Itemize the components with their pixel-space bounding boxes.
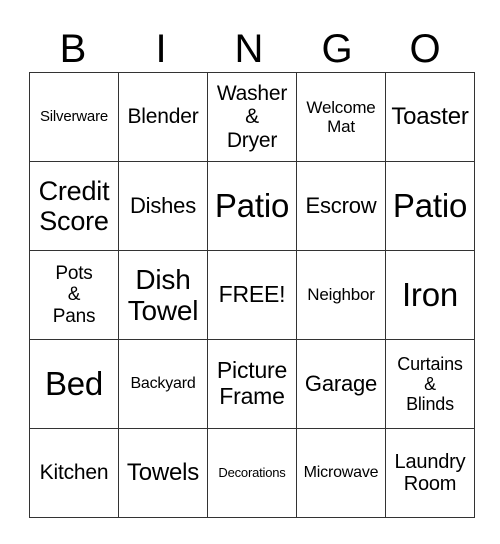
bingo-cell[interactable]: Laundry Room	[385, 428, 475, 518]
bingo-cell[interactable]: Dishes	[118, 161, 208, 251]
bingo-cell[interactable]: Patio	[207, 161, 297, 251]
bingo-cell[interactable]: Patio	[385, 161, 475, 251]
grid-row: Kitchen Towels Decorations Microwave Laundry…	[29, 428, 475, 518]
bingo-cell[interactable]: Bed	[29, 339, 119, 429]
bingo-cell[interactable]: Microwave	[296, 428, 386, 518]
bingo-cell[interactable]: Dish Towel	[118, 250, 208, 340]
bingo-cell[interactable]: Silverware	[29, 72, 119, 162]
bingo-cell[interactable]: Blender	[118, 72, 208, 162]
grid-row: Bed Backyard Picture Frame Garage Curtains &…	[29, 339, 475, 429]
bingo-cell[interactable]: Kitchen	[29, 428, 119, 518]
grid-row: Credit Score Dishes Patio Escrow Patio	[29, 161, 475, 251]
bingo-cell[interactable]: Iron	[385, 250, 475, 340]
grid-row: Pots & Pans Dish Towel FREE! Neighbor Iron	[29, 250, 475, 340]
bingo-cell[interactable]: Picture Frame	[207, 339, 297, 429]
bingo-cell[interactable]: Towels	[118, 428, 208, 518]
bingo-cell[interactable]: Welcome Mat	[296, 72, 386, 162]
bingo-cell[interactable]: Toaster	[385, 72, 475, 162]
bingo-cell[interactable]: Washer & Dryer	[207, 72, 297, 162]
header-letter-i: I	[155, 27, 167, 71]
bingo-cell[interactable]: Backyard	[118, 339, 208, 429]
header-letter-g: G	[321, 27, 353, 71]
header-letter-n: N	[234, 27, 264, 71]
grid-row: Silverware Blender Washer & Dryer Welcome M…	[29, 72, 475, 162]
bingo-header: B I N G O	[29, 26, 469, 72]
header-letter-b: B	[59, 27, 87, 71]
bingo-grid: Silverware Blender Washer & Dryer Welcome M…	[29, 72, 475, 518]
bingo-cell[interactable]: Garage	[296, 339, 386, 429]
bingo-cell[interactable]: Escrow	[296, 161, 386, 251]
bingo-cell[interactable]: Neighbor	[296, 250, 386, 340]
bingo-cell[interactable]: Credit Score	[29, 161, 119, 251]
bingo-cell[interactable]: Decorations	[207, 428, 297, 518]
free-space-cell[interactable]: FREE!	[207, 250, 297, 340]
bingo-cell[interactable]: Pots & Pans	[29, 250, 119, 340]
bingo-cell[interactable]: Curtains & Blinds	[385, 339, 475, 429]
header-letter-o: O	[409, 27, 441, 71]
